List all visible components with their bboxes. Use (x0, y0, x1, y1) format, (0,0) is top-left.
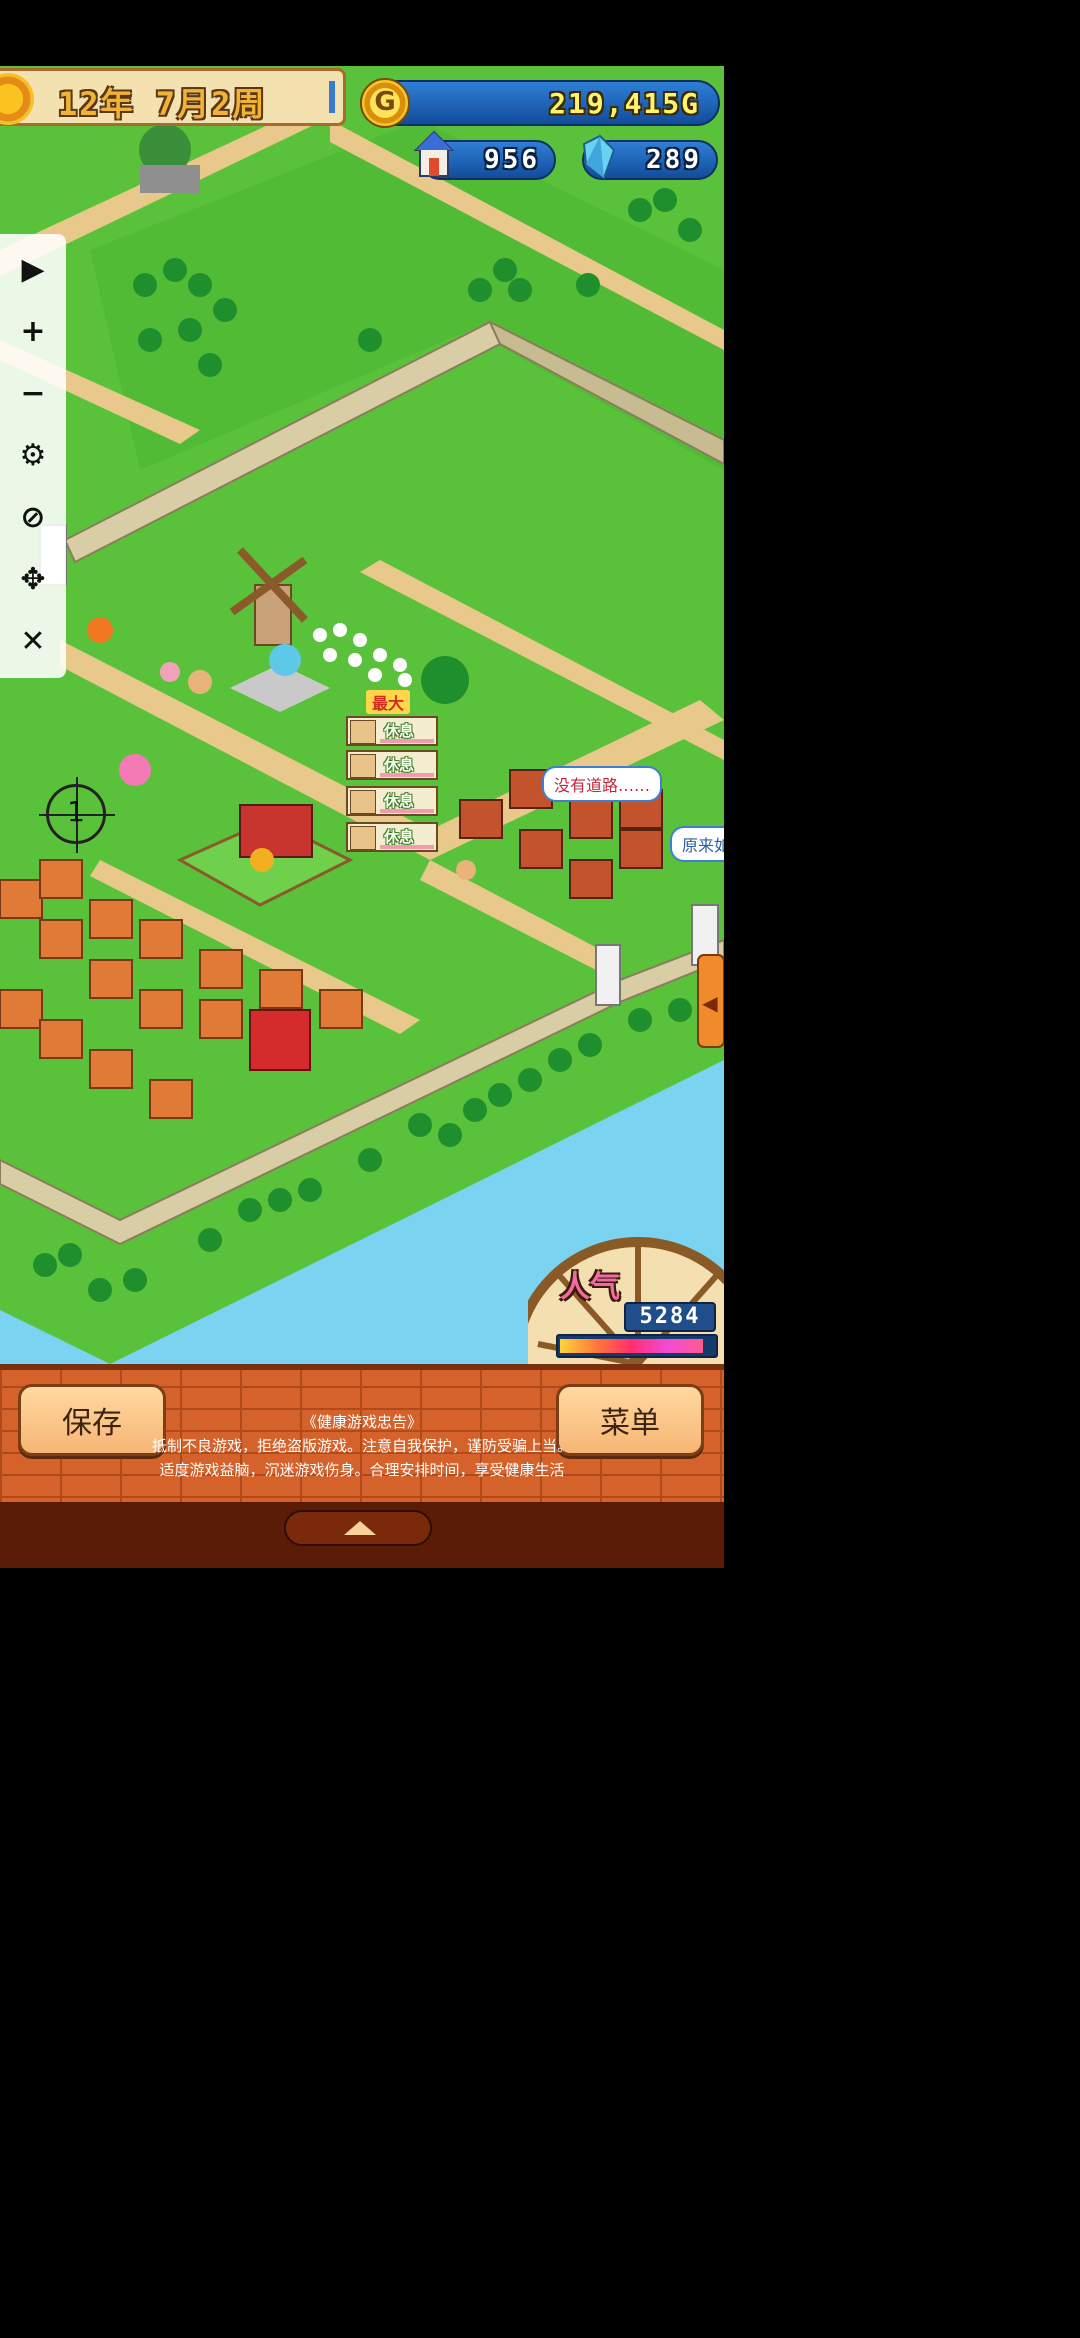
house-count: 956 (484, 145, 540, 175)
date-end-marker (329, 81, 335, 113)
health-notice-title: 《健康游戏忠告》 (301, 1413, 422, 1431)
worker-face-icon (350, 790, 376, 814)
crystal-icon (582, 134, 616, 180)
date-text: 12年 7月2周 (58, 85, 267, 123)
crystal-count-panel: 289 (582, 134, 718, 180)
max-label: 最大 (366, 690, 411, 714)
worker-stamina-bar (380, 773, 434, 777)
worker-status[interactable]: 休息 (346, 822, 438, 852)
worker-status[interactable]: 休息 (346, 750, 438, 780)
gold-coin-icon: G (360, 78, 410, 128)
tower (595, 944, 621, 1006)
status-bar (0, 0, 724, 66)
map-terrain: ◀ (0, 66, 724, 1364)
svg-text:◀: ◀ (702, 991, 718, 1015)
worker-face-icon (350, 720, 376, 744)
popularity-label: 人气 (560, 1270, 620, 1305)
house-icon (414, 130, 454, 177)
character (188, 670, 212, 694)
game-map[interactable]: ◀ 1 没有道路…… 原来如 (0, 66, 724, 1364)
worker-state: 休息 (384, 792, 415, 810)
worker-face-icon (350, 826, 376, 850)
target-marker[interactable]: 1 (39, 777, 115, 853)
red-house (249, 1009, 311, 1071)
stone-ruins (140, 165, 200, 193)
health-notice: 《健康游戏忠告》 抵制不良游戏，拒绝盗版游戏。注意自我保护，谨防受骗上当。 适度… (120, 1410, 604, 1482)
floating-toolbar: ▶ + − ⚙ ⊘ ✥ ✕ (0, 234, 66, 678)
close-icon[interactable]: ✕ (0, 614, 66, 668)
plus-icon[interactable]: + (0, 304, 66, 358)
date-panel: 12年 7月2周 (0, 68, 346, 126)
character (87, 617, 113, 643)
worker-stamina-bar (380, 809, 434, 813)
health-notice-line: 适度游戏益脑，沉迷游戏伤身。合理安排时间，享受健康生活 (159, 1461, 565, 1479)
eye-off-icon[interactable]: ⊘ (0, 490, 66, 544)
gear-icon[interactable]: ⚙ (0, 428, 66, 482)
character (269, 644, 301, 676)
character (160, 662, 180, 682)
sun-icon (0, 73, 34, 125)
worker-stamina-bar (380, 739, 434, 743)
worker-stamina-bar (380, 845, 434, 849)
move-icon[interactable]: ✥ (0, 552, 66, 606)
popularity-bar-fill (560, 1339, 703, 1353)
worker-face-icon (350, 754, 376, 778)
worker-status[interactable]: 休息 (346, 786, 438, 816)
worker-state: 休息 (384, 828, 415, 846)
no-road-bubble: 没有道路…… (542, 766, 663, 802)
house-count-panel: 956 (414, 130, 556, 180)
expand-up-button[interactable] (284, 1510, 432, 1546)
target-marker-number: 1 (67, 795, 85, 828)
worker-state: 休息 (384, 722, 415, 740)
gold-amount: 219,415G (549, 87, 700, 120)
worker-state: 休息 (384, 756, 415, 774)
speech-bubble: 原来如 (670, 826, 724, 862)
worker-status[interactable]: 休息 (346, 716, 438, 746)
popularity-value: 5284 (624, 1302, 716, 1332)
popularity-bar (556, 1334, 718, 1358)
minus-icon[interactable]: − (0, 366, 66, 420)
character (119, 754, 151, 786)
health-notice-line: 抵制不良游戏，拒绝盗版游戏。注意自我保护，谨防受骗上当。 (151, 1437, 572, 1455)
character (250, 848, 274, 872)
play-icon[interactable]: ▶ (0, 242, 66, 296)
crystal-count: 289 (646, 145, 702, 175)
gold-panel: G 219,415G (360, 78, 720, 128)
barn (239, 804, 313, 858)
character (456, 860, 476, 880)
